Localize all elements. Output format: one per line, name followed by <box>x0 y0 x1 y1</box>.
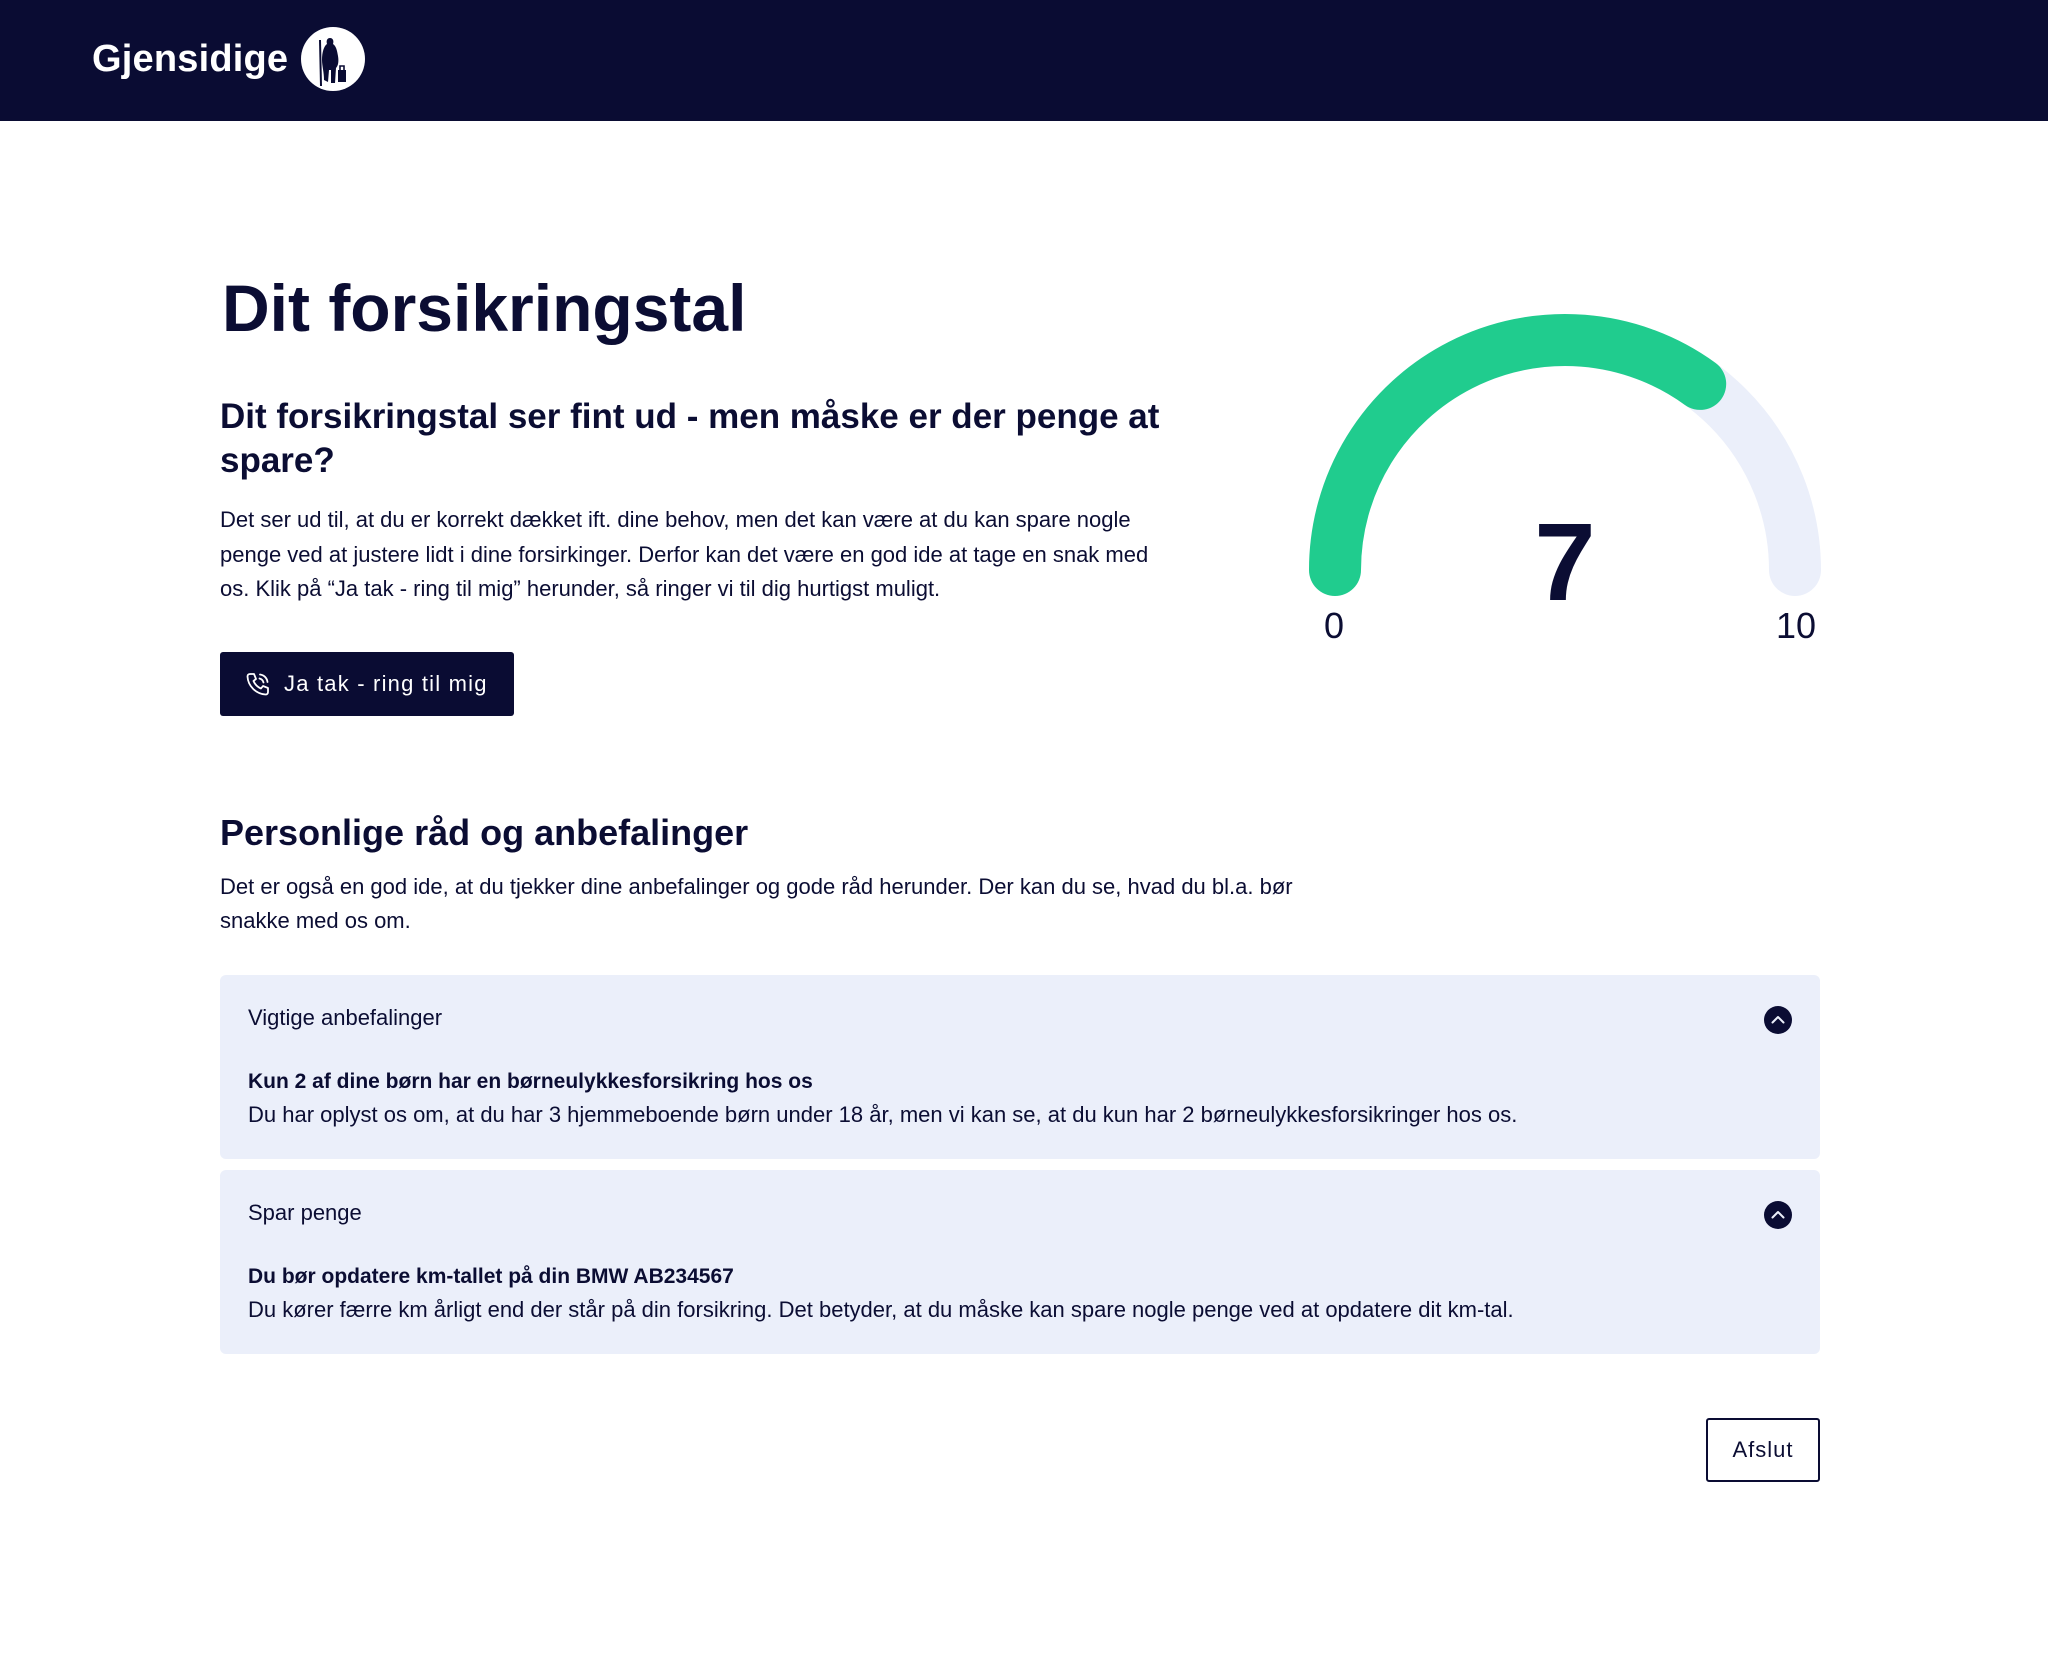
recommendations-card: Vigtige anbefalinger Kun 2 af dine børn … <box>220 975 1820 1159</box>
gauge-fill <box>1309 314 1727 596</box>
brand[interactable]: Gjensidige <box>92 26 366 92</box>
card-item-text: Du kører færre km årligt end der står på… <box>248 1297 1514 1322</box>
card-item-text: Du har oplyst os om, at du har 3 hjemmeb… <box>248 1102 1518 1127</box>
advice-title: Personlige råd og anbefalinger <box>220 812 749 853</box>
gauge-min-label: 0 <box>1324 605 1344 646</box>
phone-icon <box>246 673 269 696</box>
call-me-button[interactable]: Ja tak - ring til mig <box>220 652 514 716</box>
page-title: Dit forsikringstal <box>222 271 747 345</box>
card-item-title: Du bør opdatere km-tallet på din BMW AB2… <box>248 1265 734 1288</box>
chevron-up-icon[interactable] <box>1764 1006 1792 1034</box>
intro-text: Det ser ud til, at du er korrekt dækket … <box>220 507 1149 601</box>
advice-text: Det er også en god ide, at du tjekker di… <box>220 874 1293 933</box>
score-subtitle: Dit forsikringstal ser fint ud - men mås… <box>220 397 1160 480</box>
close-button[interactable]: Afslut <box>1706 1418 1820 1482</box>
brand-name: Gjensidige <box>92 37 289 80</box>
chevron-up-icon[interactable] <box>1764 1201 1792 1229</box>
top-header: Gjensidige <box>0 0 2048 121</box>
save-money-card: Spar penge Du bør opdatere km-tallet på … <box>220 1170 1820 1354</box>
call-me-label: Ja tak - ring til mig <box>284 671 488 696</box>
insurance-score-gauge: 7 0 10 <box>1309 314 1821 646</box>
card-item-title: Kun 2 af dine børn har en børneulykkesfo… <box>248 1070 813 1093</box>
gauge-max-label: 10 <box>1776 605 1816 646</box>
gauge-score: 7 <box>1534 501 1595 624</box>
card-title[interactable]: Vigtige anbefalinger <box>248 1005 442 1031</box>
gjensidige-logo-icon <box>301 27 366 91</box>
card-title[interactable]: Spar penge <box>248 1200 362 1226</box>
